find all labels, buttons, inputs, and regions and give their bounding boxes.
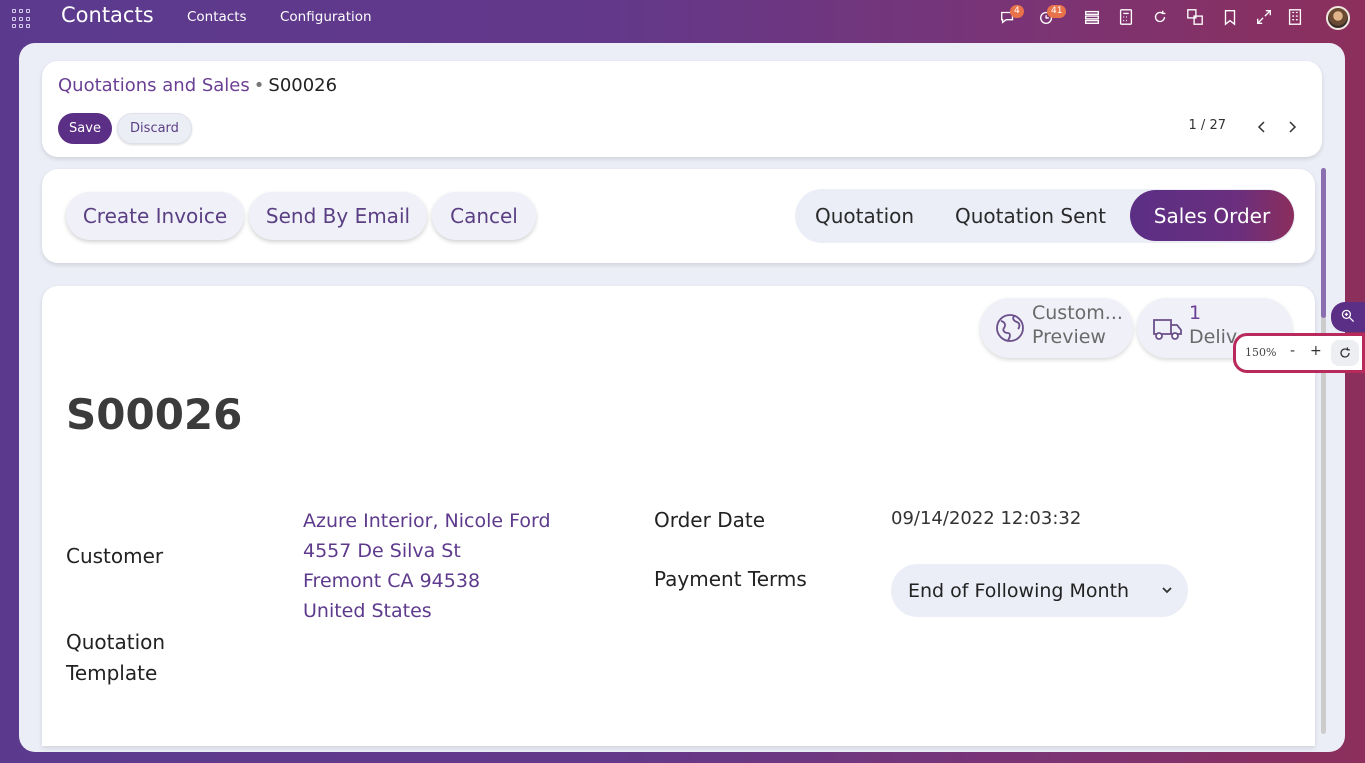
customer-country: United States: [303, 600, 432, 622]
payment-terms-label: Payment Terms: [654, 567, 807, 591]
record-title: S00026: [66, 390, 243, 439]
status-sales-order[interactable]: Sales Order: [1130, 190, 1294, 241]
breadcrumb-current: S00026: [268, 75, 338, 96]
status-quotation-sent[interactable]: Quotation Sent: [955, 189, 1106, 243]
send-by-email-button[interactable]: Send By Email: [249, 192, 427, 240]
zoom-out-button[interactable]: -: [1290, 343, 1295, 359]
breadcrumb-separator: •: [253, 75, 265, 96]
nav-contacts[interactable]: Contacts: [187, 9, 247, 25]
customer-name[interactable]: Azure Interior, Nicole Ford: [303, 506, 551, 536]
payment-terms-select[interactable]: End of Following Month: [891, 564, 1188, 617]
pager-value[interactable]: 1 / 27: [1189, 118, 1226, 133]
quotation-template-label-1: Quotation: [66, 630, 166, 654]
customer-label: Customer: [66, 544, 164, 568]
fullscreen-icon[interactable]: [1255, 8, 1275, 28]
zoom-in-button[interactable]: +: [1310, 343, 1322, 359]
messages-badge: 4: [1010, 5, 1024, 18]
zoom-reset-button[interactable]: [1331, 340, 1359, 366]
messages-icon[interactable]: 4: [999, 5, 1024, 28]
translate-icon[interactable]: [1186, 8, 1206, 28]
status-quotation[interactable]: Quotation: [815, 189, 914, 243]
chevron-down-icon: [1162, 587, 1172, 594]
breadcrumb-parent-link[interactable]: Quotations and Sales: [58, 75, 250, 96]
delivery-count: 1: [1189, 302, 1202, 324]
delivery-label: Deliv: [1189, 326, 1238, 348]
form-sheet: Custom... Preview 1 Deliv S00026 Custome…: [42, 286, 1315, 746]
customer-street: 4557 De Silva St: [303, 540, 461, 562]
zoom-in-icon: [1341, 309, 1355, 323]
order-date-value[interactable]: 09/14/2022 12:03:32: [891, 508, 1081, 529]
globe-icon: [996, 314, 1024, 342]
preview-label-line2: Preview: [1032, 326, 1106, 348]
scrollbar[interactable]: [1321, 168, 1326, 734]
discard-button[interactable]: Discard: [117, 113, 192, 144]
company-icon[interactable]: [1286, 8, 1306, 28]
quotation-template-label-2: Template: [66, 661, 158, 685]
breadcrumb: Quotations and Sales • S00026: [58, 75, 337, 96]
pager-next-icon[interactable]: [1284, 119, 1300, 135]
zoom-level: 150%: [1245, 346, 1277, 359]
preview-label-line1: Custom...: [1032, 302, 1123, 324]
truck-icon: [1153, 319, 1182, 340]
save-button[interactable]: Save: [58, 113, 112, 144]
control-panel: Quotations and Sales • S00026 Save Discard…: [42, 61, 1322, 157]
status-bar: Quotation Quotation Sent Sales Order: [795, 189, 1295, 243]
payment-terms-value: End of Following Month: [908, 579, 1130, 602]
customer-city: Fremont CA 94538: [303, 570, 481, 592]
bookmark-icon[interactable]: [1221, 8, 1241, 28]
app-menu-icon[interactable]: [12, 9, 32, 29]
action-statusbar: Create Invoice Send By Email Cancel Quot…: [42, 169, 1315, 263]
cancel-button[interactable]: Cancel: [432, 192, 536, 240]
top-navbar: Contacts Contacts Configuration 4 41: [0, 0, 1365, 36]
refresh-timer-icon[interactable]: [1151, 8, 1171, 28]
order-date-label: Order Date: [654, 508, 765, 532]
zoom-toggle[interactable]: [1331, 302, 1365, 332]
calculator-icon[interactable]: [1117, 8, 1137, 28]
nav-configuration[interactable]: Configuration: [280, 9, 372, 25]
zoom-popup: 150% - +: [1233, 333, 1365, 373]
list-view-icon[interactable]: [1083, 8, 1103, 28]
customer-preview-button[interactable]: Custom... Preview: [980, 298, 1133, 358]
activities-icon[interactable]: 41: [1038, 5, 1067, 28]
app-title[interactable]: Contacts: [61, 3, 154, 27]
activities-badge: 41: [1047, 5, 1067, 18]
customer-value[interactable]: Azure Interior, Nicole Ford 4557 De Silv…: [303, 506, 551, 626]
scrollbar-thumb[interactable]: [1321, 168, 1326, 318]
create-invoice-button[interactable]: Create Invoice: [66, 192, 244, 240]
pager-previous-icon[interactable]: [1254, 119, 1270, 135]
user-avatar[interactable]: [1326, 6, 1350, 30]
reset-icon: [1340, 347, 1350, 358]
